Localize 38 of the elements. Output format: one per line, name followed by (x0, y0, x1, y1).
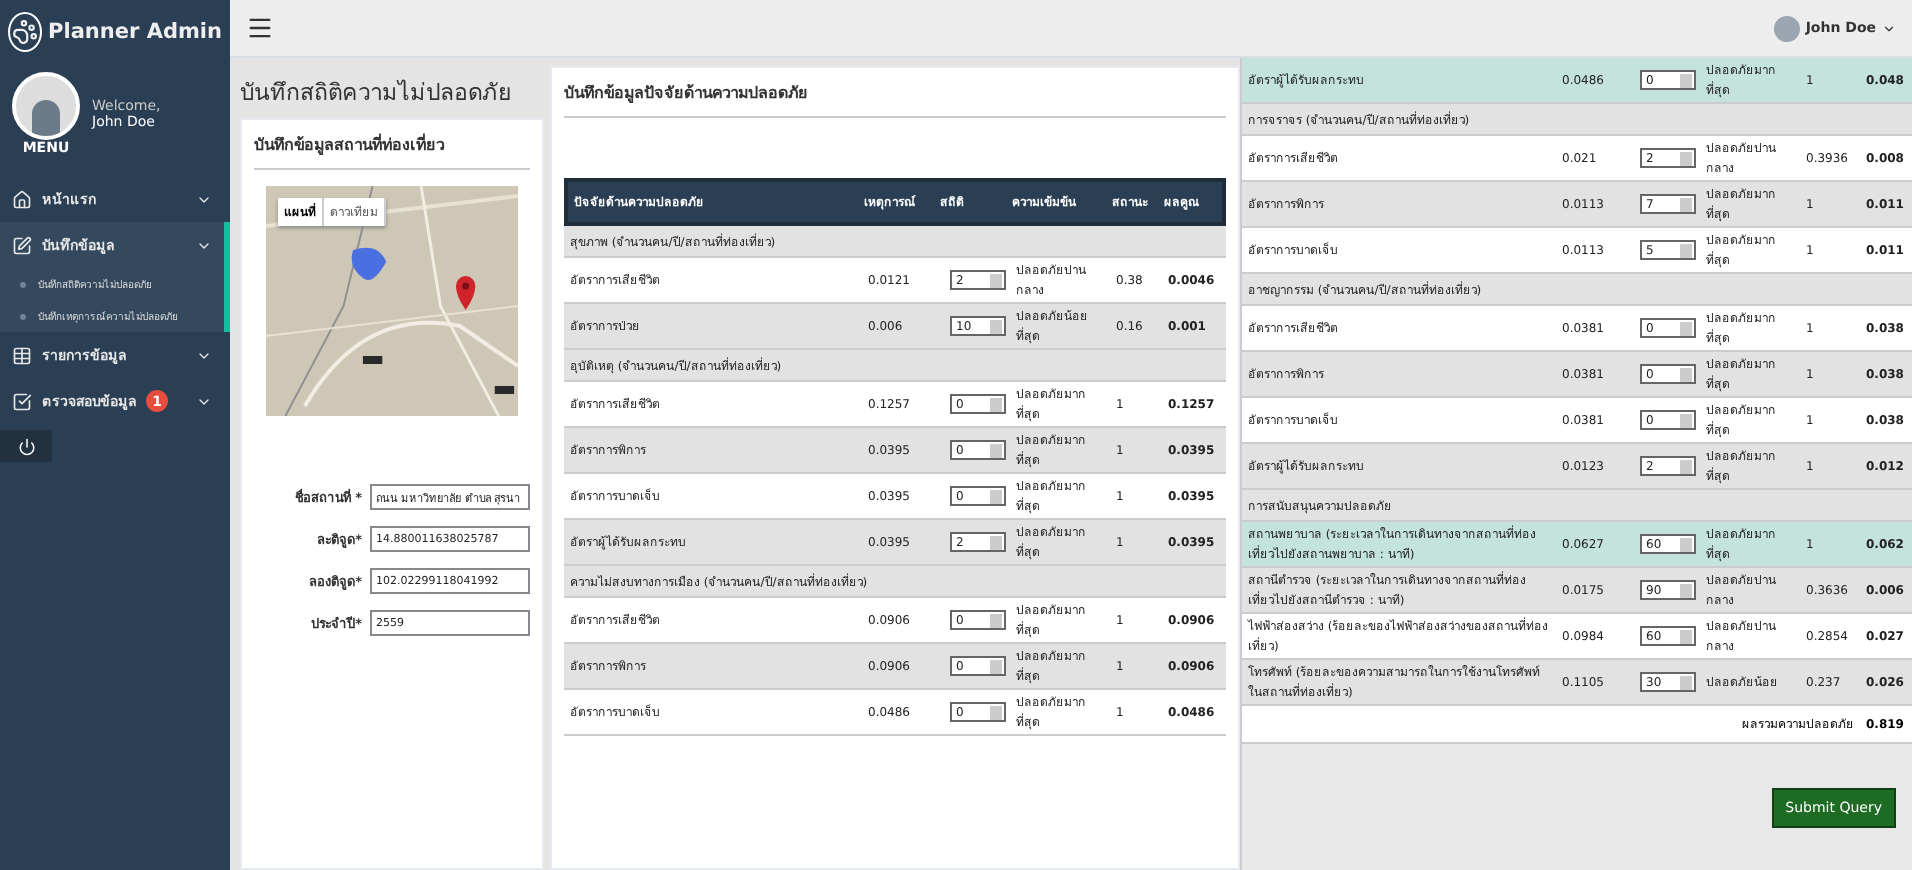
paw-logo-icon (8, 12, 43, 52)
spinner-icon[interactable] (1680, 675, 1692, 689)
spinner-icon[interactable] (1680, 459, 1692, 473)
card-title: บันทึกข้อมูลปัจจัยด้านความปลอดภัย (564, 80, 1226, 118)
spinner-icon[interactable] (990, 705, 1002, 719)
spinner-icon[interactable] (1680, 629, 1692, 643)
table-icon (12, 345, 32, 365)
avatar (1773, 15, 1800, 41)
checkbox-icon (12, 391, 32, 411)
spinner-icon[interactable] (1680, 73, 1692, 87)
spinner-icon[interactable] (990, 397, 1002, 411)
logout-button[interactable] (0, 430, 52, 462)
spinner-icon[interactable] (990, 273, 1002, 287)
bullet-icon (20, 313, 26, 319)
brand-name: Planner Admin (48, 20, 222, 44)
spinner-icon[interactable] (1680, 413, 1692, 427)
spinner-icon[interactable] (990, 319, 1002, 333)
spinner-icon[interactable] (1680, 243, 1692, 257)
spinner-icon[interactable] (990, 659, 1002, 673)
bullet-icon (20, 281, 26, 287)
avatar (12, 72, 80, 140)
power-icon (17, 437, 35, 455)
spinner-icon[interactable] (990, 443, 1002, 457)
spinner-icon[interactable] (1680, 321, 1692, 335)
spinner-icon[interactable] (1680, 583, 1692, 597)
card-title: บันทึกข้อมูลสถานที่ท่องเที่ยว (254, 132, 530, 170)
spinner-icon[interactable] (990, 489, 1002, 503)
spinner-icon[interactable] (1680, 197, 1692, 211)
spinner-icon[interactable] (990, 613, 1002, 627)
home-icon (12, 189, 32, 209)
edit-icon (12, 235, 32, 255)
spinner-icon[interactable] (1680, 537, 1692, 551)
spinner-icon[interactable] (990, 535, 1002, 549)
caret-icon (1882, 21, 1896, 35)
menu-icon[interactable] (246, 14, 274, 42)
spinner-icon[interactable] (1680, 367, 1692, 381)
page-title: บันทึกสถิติความไม่ปลอดภัย (240, 76, 514, 110)
spinner-icon[interactable] (1680, 151, 1692, 165)
